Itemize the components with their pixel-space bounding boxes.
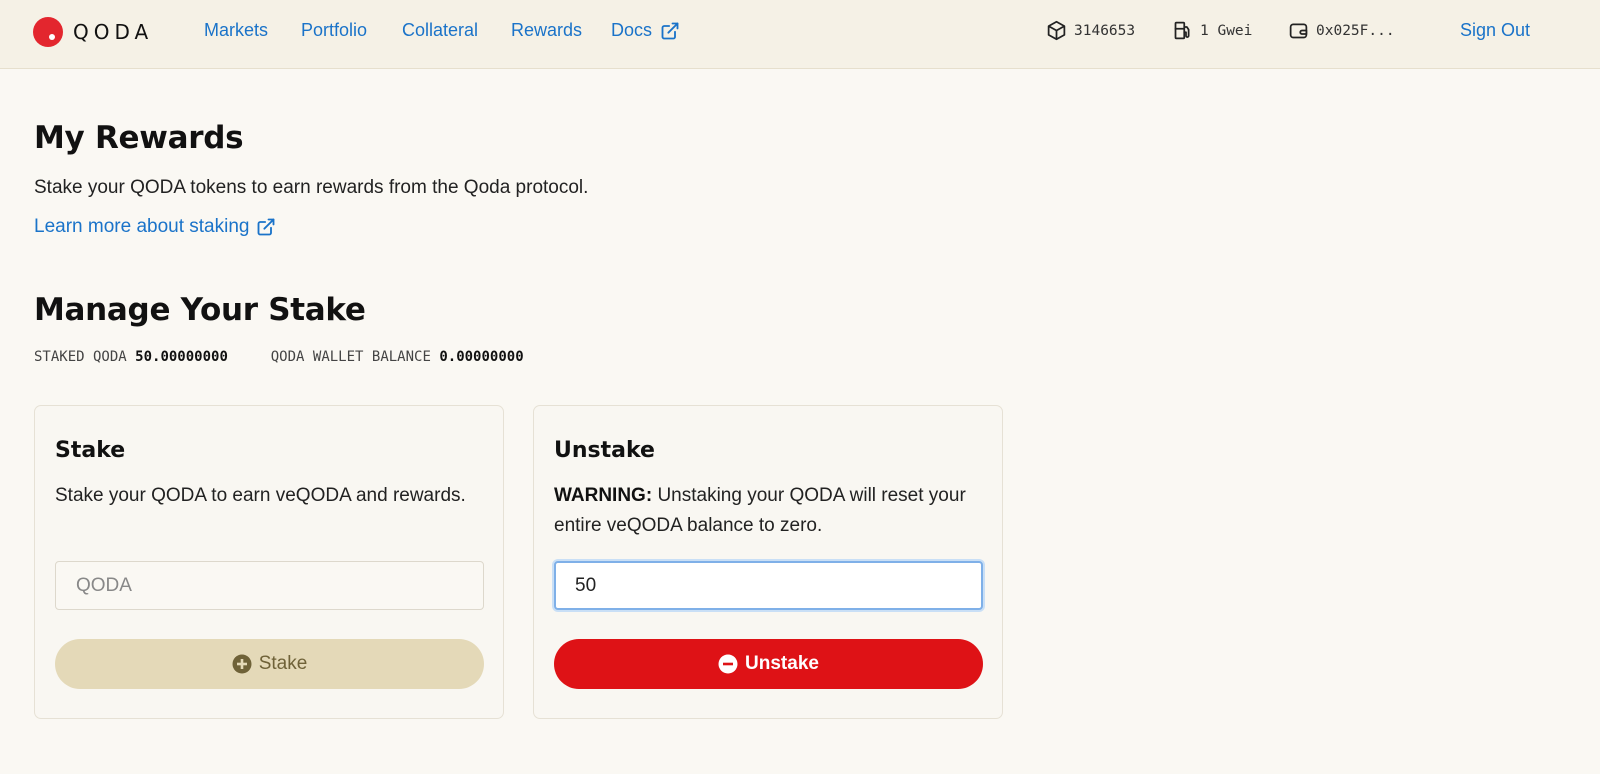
top-navbar: QODA Markets Portfolio Collateral Reward…	[0, 0, 1600, 69]
stake-stats: STAKED QODA 50.00000000 QODA WALLET BALA…	[34, 349, 524, 365]
unstake-button-label: Unstake	[745, 653, 819, 674]
unstake-card-title: Unstake	[554, 438, 655, 463]
stake-amount-input[interactable]	[55, 561, 484, 610]
stake-card-title: Stake	[55, 438, 126, 463]
wallet-indicator[interactable]: 0x025F...	[1288, 20, 1395, 41]
gas-price: 1 Gwei	[1200, 22, 1253, 39]
unstake-card: Unstake WARNING: Unstaking your QODA wil…	[533, 405, 1003, 719]
manage-stake-title: Manage Your Stake	[34, 292, 366, 328]
page-title: My Rewards	[34, 120, 244, 156]
minus-circle-icon	[718, 654, 738, 674]
stake-button-label: Stake	[258, 653, 308, 674]
cube-icon	[1047, 20, 1066, 41]
learn-more-staking-link[interactable]: Learn more about staking	[34, 216, 276, 238]
external-link-icon	[661, 22, 679, 39]
stake-button[interactable]: Stake	[55, 639, 484, 689]
sign-out-link[interactable]: Sign Out	[1460, 20, 1530, 41]
nav-docs[interactable]: Docs	[611, 20, 680, 41]
unstake-amount-input[interactable]	[554, 561, 983, 610]
wallet-balance-value: 0.00000000	[439, 349, 524, 365]
block-number-indicator: 3146653	[1046, 20, 1135, 41]
qoda-logo-icon	[33, 17, 63, 47]
wallet-balance-label: QODA WALLET BALANCE	[270, 349, 431, 365]
wallet-icon	[1289, 23, 1308, 39]
nav-docs-label: Docs	[611, 20, 653, 40]
nav-markets[interactable]: Markets	[204, 20, 268, 41]
block-number: 3146653	[1074, 22, 1136, 39]
external-link-icon	[258, 218, 275, 236]
warning-label: WARNING:	[554, 485, 653, 506]
stake-card: Stake Stake your QODA to earn veQODA and…	[34, 405, 504, 719]
nav-rewards[interactable]: Rewards	[511, 20, 582, 41]
qoda-logo[interactable]: QODA	[33, 17, 153, 47]
stake-card-description: Stake your QODA to earn veQODA and rewar…	[55, 485, 466, 506]
rewards-description: Stake your QODA tokens to earn rewards f…	[34, 177, 589, 198]
staked-label: STAKED QODA	[34, 349, 127, 365]
unstake-button[interactable]: Unstake	[554, 639, 983, 689]
nav-collateral[interactable]: Collateral	[402, 20, 478, 41]
gas-price-indicator: 1 Gwei	[1172, 20, 1252, 41]
nav-portfolio[interactable]: Portfolio	[301, 20, 367, 41]
logo-text: QODA	[73, 20, 154, 44]
staked-value: 50.00000000	[135, 349, 228, 365]
wallet-address: 0x025F...	[1316, 22, 1395, 39]
unstake-card-description: WARNING: Unstaking your QODA will reset …	[554, 481, 974, 541]
gas-pump-icon	[1174, 21, 1190, 40]
plus-circle-icon	[232, 654, 252, 674]
learn-more-label: Learn more about staking	[34, 216, 250, 237]
